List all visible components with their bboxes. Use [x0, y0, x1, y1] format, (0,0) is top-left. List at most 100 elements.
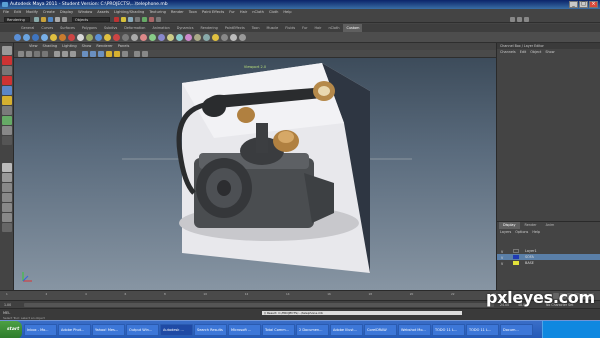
custom-layout-icon[interactable]: [2, 223, 12, 232]
range-slider-bar[interactable]: [24, 303, 494, 307]
menu-edit[interactable]: Edit: [14, 9, 21, 16]
shelf-tab-hair[interactable]: Hair: [311, 24, 324, 32]
shelf-tab-polygons[interactable]: Polygons: [79, 24, 100, 32]
shelf-tab-toon[interactable]: Toon: [249, 24, 263, 32]
nurbs-icon[interactable]: [158, 34, 165, 41]
universal-manipulator-icon[interactable]: [2, 106, 12, 115]
channel-menu-show[interactable]: Show: [545, 49, 554, 56]
layer-row[interactable]: V BASE: [497, 260, 600, 266]
layer-color-swatch[interactable]: [513, 249, 519, 253]
taskbar-item[interactable]: Search Results: [194, 324, 227, 336]
menu-modify[interactable]: Modify: [26, 9, 38, 16]
open-scene-icon[interactable]: [41, 17, 46, 22]
perspective-viewport[interactable]: Viewport 2.0: [14, 58, 496, 290]
plane-icon[interactable]: [50, 34, 57, 41]
soft-mod-tool-icon[interactable]: [2, 116, 12, 125]
taskbar-item[interactable]: Adobe Phot...: [58, 324, 91, 336]
render-settings-icon[interactable]: [156, 17, 161, 22]
shadows-icon[interactable]: [122, 51, 128, 57]
shelf-tab-surfaces[interactable]: Surfaces: [57, 24, 78, 32]
pivot-icon[interactable]: [212, 34, 219, 41]
image-plane-icon[interactable]: [42, 51, 48, 57]
menu-hair[interactable]: Hair: [240, 9, 247, 16]
layer-menu-layers[interactable]: Layers: [500, 229, 511, 236]
shelf-tab-animation[interactable]: Animation: [149, 24, 172, 32]
viewport-menu-shading[interactable]: Shading: [43, 43, 58, 50]
menu-window[interactable]: Window: [78, 9, 92, 16]
layer-visibility-toggle[interactable]: V: [501, 261, 503, 267]
xray-icon[interactable]: [134, 51, 140, 57]
bevel-icon[interactable]: [167, 34, 174, 41]
snap-surface-icon[interactable]: [135, 17, 140, 22]
film-gate-icon[interactable]: [62, 51, 68, 57]
command-type-label[interactable]: MEL: [3, 311, 10, 315]
menu-file[interactable]: File: [3, 9, 9, 16]
cube-icon[interactable]: [23, 34, 30, 41]
freeze-icon[interactable]: [203, 34, 210, 41]
layer-color-swatch[interactable]: [513, 255, 519, 259]
shelf-tab-rendering[interactable]: Rendering: [197, 24, 220, 32]
use-all-lights-icon[interactable]: [114, 51, 120, 57]
menu-display[interactable]: Display: [60, 9, 73, 16]
selection-mask-field[interactable]: Objects: [72, 17, 110, 22]
taskbar-item[interactable]: TODO 11 L...: [466, 324, 499, 336]
taskbar-item[interactable]: Docum...: [500, 324, 533, 336]
camera-attributes-icon[interactable]: [26, 51, 32, 57]
menu-cloth[interactable]: Cloth: [269, 9, 278, 16]
shelf-tab-deformation[interactable]: Deformation: [121, 24, 148, 32]
spot-light-icon[interactable]: [104, 34, 111, 41]
menu-set-dropdown[interactable]: Rendering: [4, 17, 30, 22]
minimize-button[interactable]: _: [569, 1, 578, 8]
lasso-tool-icon[interactable]: [2, 56, 12, 65]
camera-icon[interactable]: [77, 34, 84, 41]
menu-texturing[interactable]: Texturing: [149, 9, 166, 16]
sphere-icon[interactable]: [14, 34, 21, 41]
maximize-button[interactable]: □: [579, 1, 588, 8]
shelf-tab-ncloth[interactable]: nCloth: [325, 24, 342, 32]
group-icon[interactable]: [86, 34, 93, 41]
paint-select-tool-icon[interactable]: [2, 66, 12, 75]
menu-ncloth[interactable]: nCloth: [252, 9, 264, 16]
scale-tool-icon[interactable]: [2, 96, 12, 105]
history-icon[interactable]: [194, 34, 201, 41]
close-button[interactable]: ×: [589, 1, 598, 8]
channel-menu-edit[interactable]: Edit: [520, 49, 527, 56]
taskbar-item[interactable]: 2 Documen...: [296, 324, 329, 336]
menu-help[interactable]: Help: [283, 9, 291, 16]
tool-settings-icon[interactable]: [517, 17, 522, 22]
persp-outliner-layout-icon[interactable]: [2, 183, 12, 192]
channel-menu-object[interactable]: Object: [530, 49, 541, 56]
layer-tab-display[interactable]: Display: [499, 222, 520, 229]
smooth-icon[interactable]: [221, 34, 228, 41]
resolution-gate-icon[interactable]: [70, 51, 76, 57]
bookmark-icon[interactable]: [34, 51, 40, 57]
channel-box-icon[interactable]: [524, 17, 529, 22]
show-manipulator-icon[interactable]: [2, 126, 12, 135]
wireframe-on-shaded-icon[interactable]: [98, 51, 104, 57]
shelf-tab-general[interactable]: General: [18, 24, 37, 32]
menu-lighting-shading[interactable]: Lighting/Shading: [114, 9, 144, 16]
save-scene-icon[interactable]: [48, 17, 53, 22]
mirror-icon[interactable]: [230, 34, 237, 41]
cone-icon[interactable]: [41, 34, 48, 41]
layer-color-swatch[interactable]: [513, 261, 519, 265]
rotate-tool-icon[interactable]: [2, 86, 12, 95]
start-button[interactable]: start: [0, 321, 22, 338]
menu-toon[interactable]: Toon: [189, 9, 197, 16]
textured-icon[interactable]: [106, 51, 112, 57]
shelf-tab-dynamics[interactable]: Dynamics: [174, 24, 197, 32]
layer-menu-options[interactable]: Options: [515, 229, 528, 236]
viewport-menu-view[interactable]: View: [29, 43, 38, 50]
taskbar-item[interactable]: Webshot Mo...: [398, 324, 431, 336]
light-icon[interactable]: [68, 34, 75, 41]
render-icon[interactable]: [142, 17, 147, 22]
shelf-tab-fur[interactable]: Fur: [299, 24, 310, 32]
snap-point-icon[interactable]: [128, 17, 133, 22]
shelf-tab-fluids[interactable]: Fluids: [282, 24, 298, 32]
menu-render[interactable]: Render: [171, 9, 184, 16]
paint-icon[interactable]: [140, 34, 147, 41]
new-scene-icon[interactable]: [34, 17, 39, 22]
extrude-icon[interactable]: [176, 34, 183, 41]
outliner-layout-icon[interactable]: [2, 213, 12, 222]
shelf-tab-muscle[interactable]: Muscle: [264, 24, 282, 32]
